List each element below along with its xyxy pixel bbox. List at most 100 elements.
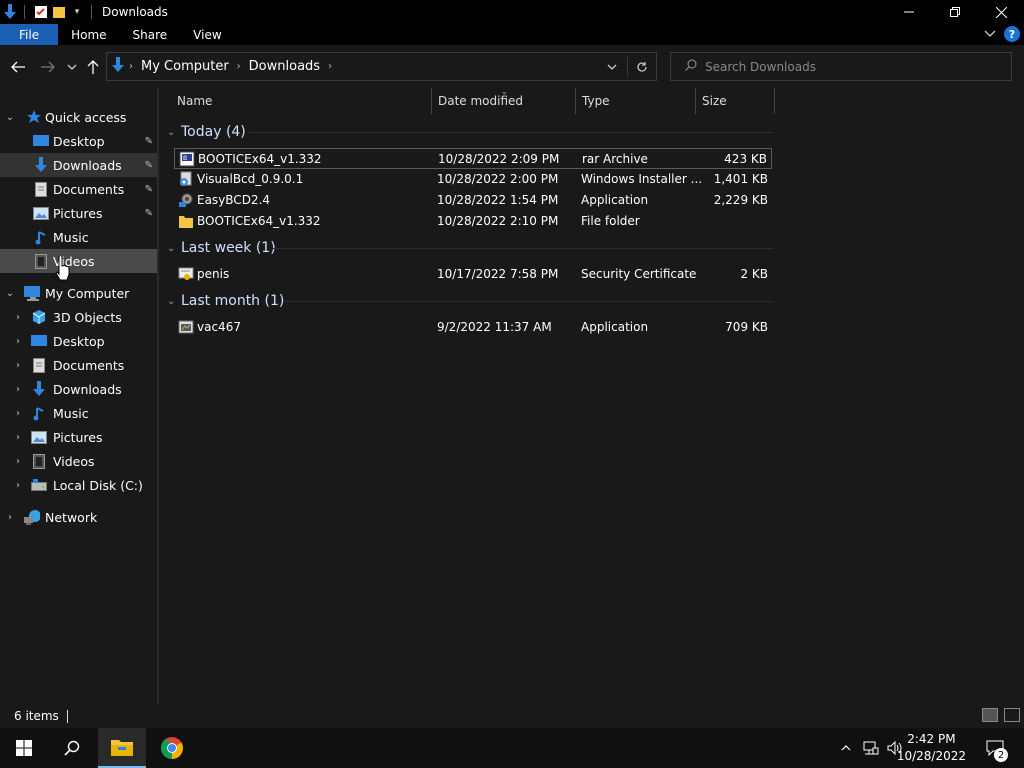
downloads-location-icon xyxy=(111,57,125,76)
sidebar-item-pictures[interactable]: › Pictures xyxy=(0,425,157,449)
up-button[interactable] xyxy=(83,57,103,77)
table-row[interactable]: EasyBCD2.4 10/28/2022 1:54 PM Applicatio… xyxy=(174,190,772,211)
close-button[interactable] xyxy=(978,0,1024,24)
table-row[interactable]: VisualBcd_0.9.0.1 10/28/2022 2:00 PM Win… xyxy=(174,169,772,190)
back-button[interactable] xyxy=(8,57,28,77)
sidebar-item-my-computer[interactable]: ⌄ My Computer xyxy=(0,281,157,305)
pin-icon[interactable]: ✎ xyxy=(145,136,153,147)
collapsed-chevron-icon[interactable]: › xyxy=(4,512,16,523)
hand-cursor-icon xyxy=(55,256,70,281)
group-collapse-chevron-icon[interactable]: ⌄ xyxy=(167,243,181,254)
pin-icon[interactable]: ✎ xyxy=(145,208,153,219)
tab-view[interactable]: View xyxy=(180,24,234,45)
table-row[interactable]: B BOOTICEx64_v1.332 10/28/2022 2:09 PM r… xyxy=(174,148,772,169)
refresh-button[interactable] xyxy=(628,61,656,73)
recent-locations-button[interactable] xyxy=(62,57,82,77)
large-icons-view-button[interactable] xyxy=(1004,708,1020,722)
help-icon[interactable]: ? xyxy=(1004,26,1020,42)
sidebar-item-desktop-pinned[interactable]: Desktop ✎ xyxy=(0,129,157,153)
forward-button[interactable] xyxy=(38,57,58,77)
expanded-chevron-icon[interactable]: ⌄ xyxy=(4,112,16,123)
network-tray-button[interactable] xyxy=(860,728,882,768)
group-collapse-chevron-icon[interactable]: ⌄ xyxy=(167,296,181,307)
show-hidden-icons-button[interactable] xyxy=(836,728,856,768)
sidebar-item-desktop[interactable]: › Desktop xyxy=(0,329,157,353)
column-divider[interactable] xyxy=(431,88,432,114)
group-header-last-week[interactable]: ⌄ Last week (1) xyxy=(167,238,276,258)
breadcrumb-chevron-icon[interactable]: › xyxy=(129,61,133,72)
file-explorer-taskbar-button[interactable] xyxy=(98,728,146,768)
address-bar[interactable]: › My Computer › Downloads › xyxy=(106,52,657,81)
group-header-last-month[interactable]: ⌄ Last month (1) xyxy=(167,291,284,311)
collapsed-chevron-icon[interactable]: › xyxy=(12,384,24,395)
collapsed-chevron-icon[interactable]: › xyxy=(12,432,24,443)
collapsed-chevron-icon[interactable]: › xyxy=(12,312,24,323)
breadcrumb-my-computer[interactable]: My Computer xyxy=(141,59,229,74)
table-row[interactable]: penis 10/17/2022 7:58 PM Security Certif… xyxy=(174,264,772,285)
maximize-button[interactable] xyxy=(932,0,978,24)
column-header-date[interactable]: Date modified ⌄ xyxy=(438,87,576,114)
toolbar-separator xyxy=(24,5,25,19)
sidebar-item-quick-access[interactable]: ⌄ Quick access xyxy=(0,105,157,129)
start-button[interactable] xyxy=(0,728,48,768)
table-row[interactable]: vac467 9/2/2022 11:37 AM Application 709… xyxy=(174,317,772,338)
customize-toolbar-chevron-icon[interactable]: ▾ xyxy=(69,4,85,20)
sidebar-item-documents-pinned[interactable]: Documents ✎ xyxy=(0,177,157,201)
sidebar-item-label: Local Disk (C:) xyxy=(53,477,143,493)
sidebar-item-downloads[interactable]: › Downloads xyxy=(0,377,157,401)
sidebar-item-downloads-pinned[interactable]: Downloads ✎ xyxy=(0,153,157,177)
collapsed-chevron-icon[interactable]: › xyxy=(12,480,24,491)
group-collapse-chevron-icon[interactable]: ⌄ xyxy=(167,127,181,138)
network-tray-icon xyxy=(863,741,879,755)
pictures-icon xyxy=(31,429,47,445)
sidebar-item-3d-objects[interactable]: › 3D Objects xyxy=(0,305,157,329)
breadcrumb-downloads[interactable]: Downloads xyxy=(249,59,320,74)
item-count: 6 items xyxy=(14,709,59,723)
column-header-size[interactable]: Size xyxy=(702,88,774,114)
column-divider[interactable] xyxy=(695,88,696,114)
window-title: Downloads xyxy=(102,5,168,19)
column-divider[interactable] xyxy=(575,88,576,114)
group-header-today[interactable]: ⌄ Today (4) xyxy=(167,122,246,142)
search-input[interactable]: Search Downloads xyxy=(705,60,816,74)
tab-home[interactable]: Home xyxy=(58,24,119,45)
sidebar-item-music[interactable]: › Music xyxy=(0,401,157,425)
tab-share[interactable]: Share xyxy=(120,24,181,45)
sidebar-item-local-disk[interactable]: › Local Disk (C:) xyxy=(0,473,157,497)
collapsed-chevron-icon[interactable]: › xyxy=(12,408,24,419)
column-header-name[interactable]: Name xyxy=(177,88,432,114)
new-folder-icon[interactable] xyxy=(51,4,67,20)
properties-icon[interactable] xyxy=(33,4,49,20)
details-view-button[interactable] xyxy=(982,708,998,722)
search-box[interactable]: Search Downloads xyxy=(670,52,1012,81)
sidebar-item-videos-quick[interactable]: Videos xyxy=(0,249,157,273)
taskbar-clock[interactable]: 2:42 PM 10/28/2022 xyxy=(897,731,966,765)
expanded-chevron-icon[interactable]: ⌄ xyxy=(4,288,16,299)
collapsed-chevron-icon[interactable]: › xyxy=(12,360,24,371)
breadcrumb-chevron-icon[interactable]: › xyxy=(237,61,241,72)
sidebar-item-network[interactable]: › Network xyxy=(0,505,157,529)
column-header-label: Name xyxy=(177,94,213,108)
breadcrumb-chevron-icon[interactable]: › xyxy=(328,61,332,72)
address-history-button[interactable] xyxy=(597,63,627,71)
file-name: BOOTICEx64_v1.332 xyxy=(197,214,321,228)
minimize-button[interactable] xyxy=(886,0,932,24)
taskbar: 2:42 PM 10/28/2022 2 xyxy=(0,728,1024,768)
column-header-type[interactable]: Type xyxy=(582,88,695,114)
column-divider[interactable] xyxy=(774,88,775,114)
search-taskbar-button[interactable] xyxy=(48,728,96,768)
tab-file[interactable]: File xyxy=(0,24,59,45)
chevron-down-icon xyxy=(67,64,77,70)
action-center-button[interactable]: 2 xyxy=(978,728,1012,768)
collapsed-chevron-icon[interactable]: › xyxy=(12,456,24,467)
chrome-taskbar-button[interactable] xyxy=(148,728,196,768)
expand-ribbon-chevron-icon[interactable] xyxy=(984,27,996,41)
pin-icon[interactable]: ✎ xyxy=(145,160,153,171)
sidebar-item-videos[interactable]: › Videos xyxy=(0,449,157,473)
sidebar-item-documents[interactable]: › Documents xyxy=(0,353,157,377)
sidebar-item-music-quick[interactable]: Music xyxy=(0,225,157,249)
collapsed-chevron-icon[interactable]: › xyxy=(12,336,24,347)
pin-icon[interactable]: ✎ xyxy=(145,184,153,195)
table-row[interactable]: BOOTICEx64_v1.332 10/28/2022 2:10 PM Fil… xyxy=(174,211,772,232)
sidebar-item-pictures-pinned[interactable]: Pictures ✎ xyxy=(0,201,157,225)
